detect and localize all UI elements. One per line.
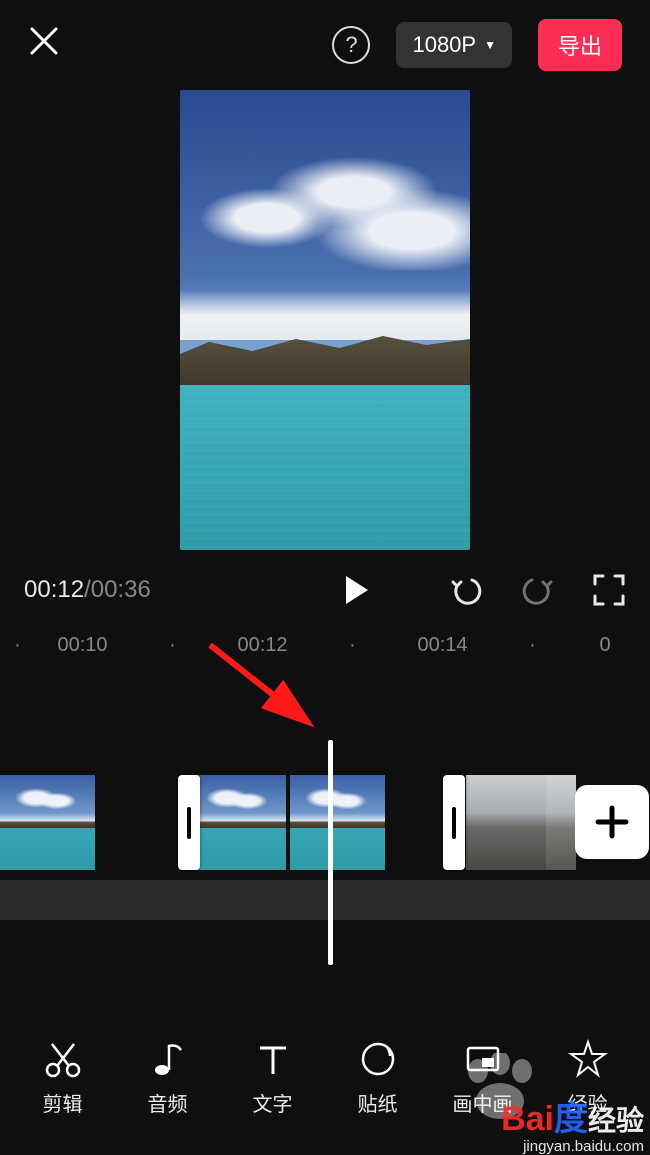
timeline-ruler: · 00:10 · 00:12 · 00:14 · 0 (0, 620, 650, 665)
clip-4[interactable] (546, 775, 576, 870)
resolution-selector[interactable]: 1080P ▼ (396, 22, 512, 68)
preview-cloudsheet (180, 290, 470, 340)
video-track[interactable] (0, 775, 650, 870)
star-icon (567, 1038, 609, 1080)
music-note-icon (147, 1038, 189, 1080)
scissors-icon (42, 1038, 84, 1080)
preview-clouds (180, 140, 470, 270)
clip-handle-1[interactable] (178, 775, 200, 870)
handle-bar-icon (187, 807, 191, 839)
tool-sticker[interactable]: 贴纸 (325, 1038, 430, 1117)
time-display: 00:12/00:36 (24, 576, 151, 604)
tool-text[interactable]: 文字 (220, 1038, 325, 1117)
play-button[interactable] (342, 576, 368, 604)
resolution-label: 1080P (412, 32, 476, 58)
play-icon (346, 576, 368, 604)
plus-icon (592, 802, 632, 842)
clip-1[interactable] (0, 775, 191, 870)
export-button[interactable]: 导出 (538, 19, 622, 71)
text-icon (252, 1038, 294, 1080)
close-button[interactable] (28, 24, 60, 67)
undo-button[interactable] (448, 572, 484, 608)
handle-bar-icon (452, 807, 456, 839)
tool-edit[interactable]: 剪辑 (10, 1038, 115, 1117)
clip-handle-2[interactable] (443, 775, 465, 870)
add-clip-button[interactable] (575, 785, 649, 859)
timeline[interactable] (0, 675, 650, 1015)
playhead[interactable] (328, 740, 333, 965)
help-icon[interactable]: ? (332, 26, 370, 64)
redo-button[interactable] (520, 572, 556, 608)
preview-water (180, 385, 470, 550)
sticker-icon (357, 1038, 399, 1080)
audio-track-strip[interactable] (0, 880, 650, 920)
fullscreen-button[interactable] (592, 573, 626, 607)
tool-audio[interactable]: 音频 (115, 1038, 220, 1117)
clip-3[interactable] (466, 775, 546, 870)
video-preview[interactable] (180, 90, 470, 550)
baidu-watermark: Bai度经验 jingyan.baidu.com (501, 1091, 644, 1155)
chevron-down-icon: ▼ (484, 38, 496, 52)
